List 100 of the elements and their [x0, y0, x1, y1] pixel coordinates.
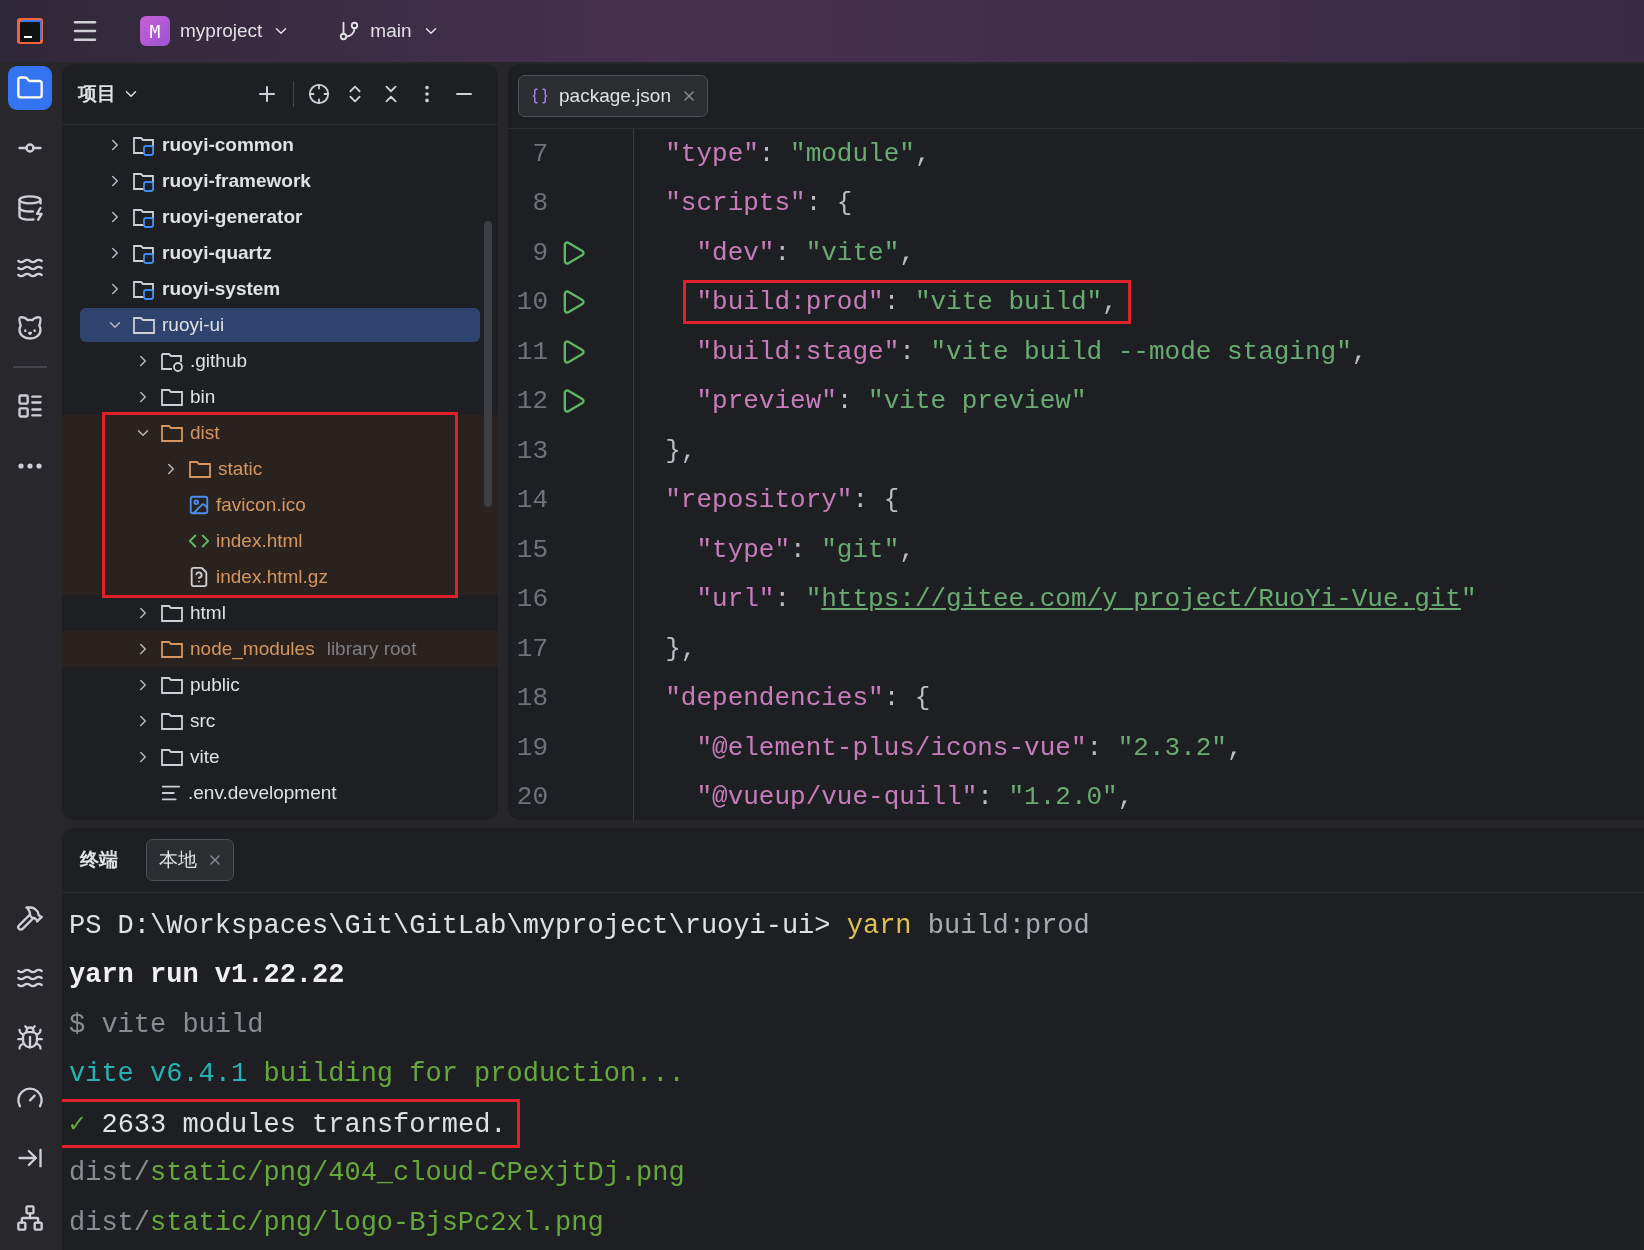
line-number: 10 [515, 287, 548, 318]
terminal-title: 终端 [79, 848, 119, 872]
folder-icon [160, 710, 184, 732]
code-line: "url": "https://gitee.com/y_project/RuoYi-Vue.git" [696, 584, 1477, 615]
module-folder-icon [132, 278, 156, 300]
line-number: 17 [515, 633, 548, 664]
folder-icon [160, 746, 184, 768]
folder-icon [160, 674, 184, 696]
module-folder-icon [132, 242, 156, 264]
item-label: html [190, 602, 226, 624]
project-tool-button[interactable] [8, 66, 52, 110]
tree-item[interactable]: public [80, 668, 480, 702]
editor-tab[interactable]: package.json [518, 75, 708, 117]
branch-selector[interactable]: main [332, 16, 446, 46]
terminal-line: vite v6.4.1 building for production... [69, 1059, 685, 1090]
tree-item[interactable]: ruoyi-quartz [80, 236, 480, 270]
tree-item[interactable]: static [80, 452, 480, 486]
code-line: }, [665, 633, 697, 664]
tree-item[interactable]: ruoyi-generator [80, 200, 480, 234]
line-number: 16 [515, 584, 548, 615]
tree-item[interactable]: favicon.ico [80, 488, 480, 522]
item-label: ruoyi-quartz [162, 242, 272, 264]
item-label: .github [190, 350, 248, 372]
tree-item[interactable]: ruoyi-ui [80, 308, 480, 342]
item-label: vite [190, 746, 220, 768]
item-label: dist [190, 422, 220, 444]
hammer-icon [16, 904, 44, 932]
tree-item[interactable]: ruoyi-framework [80, 164, 480, 198]
folder-icon [160, 422, 184, 444]
line-number: 20 [515, 782, 548, 813]
unknown-file-icon [188, 566, 210, 588]
item-label: ruoyi-framework [162, 170, 311, 192]
tree-item[interactable]: ruoyi-system [80, 272, 480, 306]
network-icon [16, 1204, 44, 1232]
tree-item[interactable]: src [80, 704, 480, 738]
tree-item[interactable]: vite [80, 740, 480, 774]
tree-item[interactable]: .github [80, 344, 480, 378]
bug-icon [16, 1024, 44, 1052]
code-line: "type": "git", [696, 534, 915, 565]
module-folder-icon [132, 134, 156, 156]
line-number: 13 [515, 435, 548, 466]
module-folder-icon [132, 170, 156, 192]
tree-item[interactable]: .env.development [80, 776, 480, 810]
list-icon [16, 392, 44, 420]
item-label: favicon.ico [216, 494, 306, 516]
item-label: node_modules [190, 638, 315, 660]
tree-item[interactable]: dist [80, 416, 480, 450]
terminal-line: yarn run v1.22.22 [69, 960, 345, 991]
code-line: }, [665, 435, 697, 466]
terminal-line: dist/static/png/404_cloud-CPexjtDj.png [69, 1158, 685, 1189]
line-number: 18 [515, 683, 548, 714]
code-line: "@vueup/vue-quill": "1.2.0", [696, 782, 1134, 813]
image-file-icon [188, 494, 210, 516]
tree-item[interactable]: ruoyi-common [80, 128, 480, 162]
tree-item[interactable]: html [80, 596, 480, 630]
terminal-line: dist/static/png/logo-BjsPc2xl.png [69, 1207, 604, 1238]
module-folder-icon [132, 206, 156, 228]
more-icon [18, 463, 42, 469]
project-selector[interactable]: M myproject [134, 12, 297, 50]
terminal-tab[interactable]: 本地 [146, 839, 234, 881]
tree-item[interactable]: bin [80, 380, 480, 414]
tree-item[interactable]: index.html [80, 524, 480, 558]
item-note: library root [326, 638, 417, 660]
line-number: 14 [515, 485, 548, 516]
item-label: ruoyi-ui [162, 314, 225, 336]
item-label: index.html [216, 530, 303, 552]
braces-icon [531, 87, 549, 105]
terminal-line: $ vite build [69, 1009, 264, 1040]
folder-icon [16, 74, 44, 102]
code-line: "type": "module", [665, 138, 931, 169]
folder-icon [188, 458, 212, 480]
code-line: "build:stage": "vite build --mode staging", [696, 336, 1368, 367]
folder-icon [132, 314, 156, 336]
item-label: static [218, 458, 263, 480]
line-number: 12 [515, 386, 548, 417]
line-number: 7 [531, 138, 548, 169]
code-line: "repository": { [665, 485, 900, 516]
app-logo-icon [16, 17, 44, 45]
tree-item[interactable]: index.html.gz [80, 560, 480, 594]
project-badge: M [140, 16, 170, 46]
project-name: myproject [180, 20, 263, 42]
item-label: .env.development [188, 782, 337, 804]
terminal-line: PS D:\Workspaces\Git\GitLab\myproject\ruoyi-ui> yarn build:prod [69, 910, 1090, 941]
tree-item[interactable]: node_modules library root [80, 632, 480, 666]
cat-icon [16, 314, 44, 342]
branch-icon [338, 20, 361, 42]
line-number: 9 [531, 237, 548, 268]
branch-name: main [370, 20, 412, 42]
scrollbar[interactable] [484, 221, 492, 507]
code-line: "@element-plus/icons-vue": "2.3.2", [696, 732, 1243, 763]
item-label: bin [190, 386, 216, 408]
item-label: index.html.gz [216, 566, 328, 588]
code-line: "dev": "vite", [696, 237, 915, 268]
item-label: ruoyi-generator [162, 206, 303, 228]
panel-title[interactable]: 项目 [78, 81, 116, 107]
code-line: "preview": "vite preview" [696, 386, 1087, 417]
code-line: "scripts": { [665, 188, 853, 219]
line-number: 11 [515, 336, 548, 367]
line-number: 8 [531, 188, 548, 219]
folder-icon [160, 638, 184, 660]
